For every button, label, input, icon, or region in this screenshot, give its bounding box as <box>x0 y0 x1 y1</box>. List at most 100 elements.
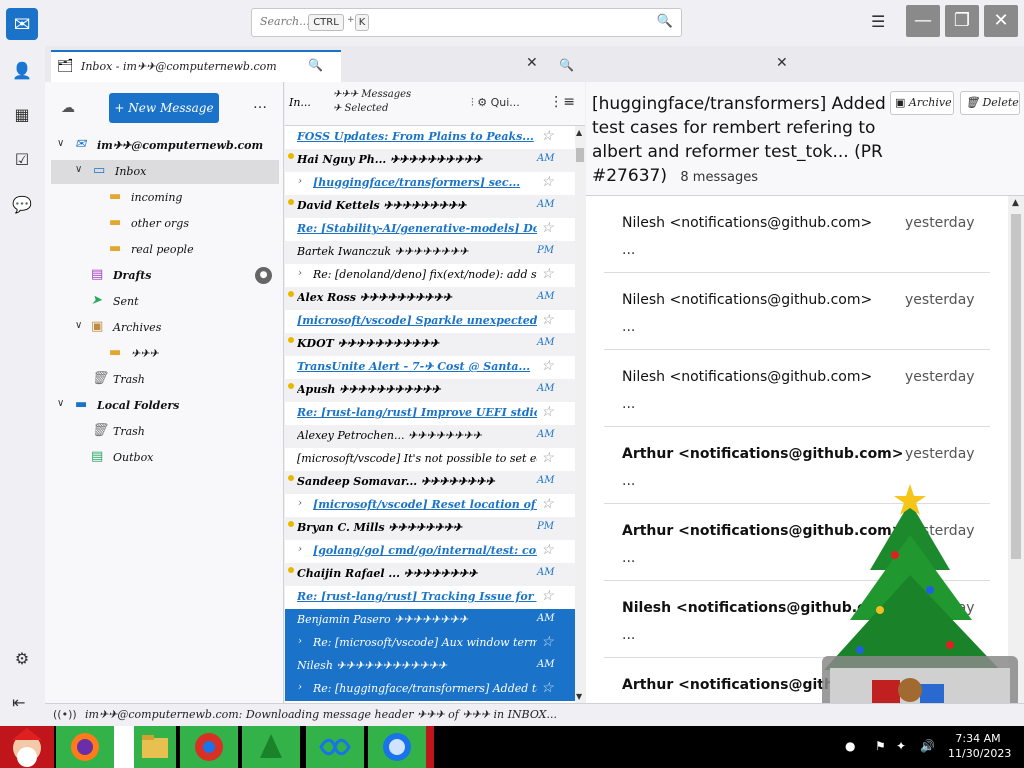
tray-dot-icon[interactable]: ● <box>845 739 855 753</box>
star-icon[interactable]: ☆ <box>541 588 554 604</box>
folder-outbox[interactable]: ▤ Outbox <box>51 446 279 470</box>
message-row[interactable]: Sandeep Somavar... ✈✈✈✈✈✈✈✈ AM <box>285 471 575 494</box>
message-row[interactable]: › Re: [denoland/deno] fix(ext/node): add … <box>285 264 575 287</box>
start-button[interactable] <box>0 726 54 768</box>
minimize-button[interactable]: — <box>906 5 940 37</box>
message-row[interactable]: KDOT ✈✈✈✈✈✈✈✈✈✈✈ AM <box>285 333 575 356</box>
thread-search-icon[interactable]: 🔍 <box>559 58 574 72</box>
star-icon[interactable]: ☆ <box>541 404 554 420</box>
thread-twisty-icon[interactable]: › <box>298 636 302 647</box>
message-row[interactable]: Apush ✈✈✈✈✈✈✈✈✈✈✈ AM <box>285 379 575 402</box>
scroll-down-icon[interactable]: ▼ <box>576 692 582 701</box>
global-search-input[interactable]: Search... CTRL + K 🔍 <box>251 8 682 37</box>
message-row[interactable]: Bartek Iwanczuk ✈✈✈✈✈✈✈✈ PM <box>285 241 575 264</box>
thread-twisty-icon[interactable]: › <box>298 682 302 693</box>
message-row[interactable]: › [golang/go] cmd/go/internal/test: compu… <box>285 540 575 563</box>
taskbar-firefox[interactable] <box>56 726 114 768</box>
calendar-icon[interactable]: ▦ <box>11 104 33 126</box>
star-icon[interactable]: ☆ <box>541 174 554 190</box>
star-icon[interactable]: ☆ <box>541 496 554 512</box>
message-row[interactable]: David Kettels ✈✈✈✈✈✈✈✈✈ AM <box>285 195 575 218</box>
message-row[interactable]: › [huggingface/transformers] sec... ☆ <box>285 172 575 195</box>
folder-account[interactable]: ∨ ✉ im✈✈@computernewb.com <box>51 134 279 158</box>
tray-app-icon[interactable]: ✦ <box>896 739 906 753</box>
star-icon[interactable]: ☆ <box>541 220 554 236</box>
folder-other-orgs[interactable]: ▬ other orgs <box>51 212 279 236</box>
star-icon[interactable]: ☆ <box>541 680 554 696</box>
folder-archive-year[interactable]: ▬ ✈✈✈ <box>51 342 279 366</box>
folder-real-people[interactable]: ▬ real people <box>51 238 279 262</box>
message-row[interactable]: Alexey Petrochen... ✈✈✈✈✈✈✈✈ AM <box>285 425 575 448</box>
message-row[interactable]: › [microsoft/vscode] Reset location of vi… <box>285 494 575 517</box>
message-row[interactable]: Alex Ross ✈✈✈✈✈✈✈✈✈✈ AM <box>285 287 575 310</box>
chat-icon[interactable]: 💬 <box>11 194 33 216</box>
settings-gear-icon[interactable]: ⚙ <box>11 648 33 670</box>
new-message-button[interactable]: + New Message <box>109 93 219 123</box>
taskbar-tree-app[interactable] <box>242 726 300 768</box>
taskbar-blank[interactable] <box>114 726 134 768</box>
message-row[interactable]: › Re: [microsoft/vscode] Aux window termi… <box>285 632 575 655</box>
star-icon[interactable]: ☆ <box>541 312 554 328</box>
message-card[interactable]: Nilesh <notifications@github.com> yesterd… <box>604 350 990 427</box>
display-options-icon[interactable]: ⋮≡ <box>549 94 575 110</box>
collapse-spaces-icon[interactable]: ⇤ <box>12 693 25 712</box>
message-row[interactable]: Re: [rust-lang/rust] Improve UEFI stdio.… <box>285 402 575 425</box>
message-row[interactable]: › Re: [huggingface/transformers] Added te… <box>285 678 575 701</box>
message-card[interactable]: Nilesh <notifications@github.com> yesterd… <box>604 273 990 350</box>
message-row[interactable]: Nilesh ✈✈✈✈✈✈✈✈✈✈✈✈ AM <box>285 655 575 678</box>
message-row[interactable]: [microsoft/vscode] Sparkle unexpectedly … <box>285 310 575 333</box>
clear-filter-icon[interactable]: ✕ <box>526 55 538 71</box>
thread-twisty-icon[interactable]: › <box>298 498 302 509</box>
chevron-down-icon[interactable]: ∨ <box>57 398 64 409</box>
tab-inbox[interactable]: 🗂 Inbox - im✈✈@computernewb.com <box>51 50 341 82</box>
scroll-up-icon[interactable]: ▲ <box>576 128 582 137</box>
get-messages-icon[interactable]: ☁ <box>61 100 75 116</box>
taskbar-chrome[interactable] <box>180 726 238 768</box>
message-row[interactable]: Hai Nguy Ph... ✈✈✈✈✈✈✈✈✈✈ AM <box>285 149 575 172</box>
quick-filter-button[interactable]: ⫶ ⚙ Qui... <box>471 96 520 110</box>
tasks-icon[interactable]: ☑ <box>11 149 33 171</box>
delete-button[interactable]: 🗑 Delete <box>960 91 1020 115</box>
message-row[interactable]: Re: [rust-lang/rust] Tracking Issue for … <box>285 586 575 609</box>
search-icon[interactable]: 🔍 <box>657 14 673 29</box>
message-row[interactable]: Chaijin Rafael ... ✈✈✈✈✈✈✈✈ AM <box>285 563 575 586</box>
star-icon[interactable]: ☆ <box>541 542 554 558</box>
star-icon[interactable]: ☆ <box>541 450 554 466</box>
folder-local-folders[interactable]: ∨ ▬ Local Folders <box>51 394 279 418</box>
thread-twisty-icon[interactable]: › <box>298 176 302 187</box>
chevron-down-icon[interactable]: ∨ <box>75 164 82 175</box>
taskbar-explorer[interactable] <box>134 726 176 768</box>
taskbar-thunderbird[interactable] <box>368 726 426 768</box>
message-row[interactable]: Re: [Stability-AI/generative-models] Do.… <box>285 218 575 241</box>
star-icon[interactable]: ☆ <box>541 266 554 282</box>
close-window-button[interactable]: ✕ <box>984 5 1018 37</box>
star-icon[interactable]: ☆ <box>541 634 554 650</box>
flag-icon[interactable]: ⚑ <box>875 739 886 753</box>
message-card[interactable]: Nilesh <notifications@github.com> yesterd… <box>604 196 990 273</box>
thread-twisty-icon[interactable]: › <box>298 268 302 279</box>
chevron-down-icon[interactable]: ∨ <box>75 320 82 331</box>
folder-sent[interactable]: ➤ Sent <box>51 290 279 314</box>
scroll-up-icon[interactable]: ▲ <box>1012 198 1019 208</box>
message-row[interactable]: TransUnite Alert - 7-✈ Cost @ Santa... ☆ <box>285 356 575 379</box>
folder-trash[interactable]: 🗑 Trash <box>51 368 279 392</box>
folder-inbox[interactable]: ∨ ▭ Inbox <box>51 160 279 184</box>
message-list-scrollbar[interactable]: ▲ ▼ <box>575 126 585 703</box>
app-menu-icon[interactable]: ☰ <box>871 12 885 31</box>
taskbar-vscode[interactable] <box>306 726 364 768</box>
clock[interactable]: 7:34 AM 11/30/2023 <box>948 731 1011 761</box>
restore-button[interactable]: ❐ <box>945 5 979 37</box>
archive-button[interactable]: ▣ Archive <box>890 91 954 115</box>
more-options-icon[interactable]: … <box>253 96 267 112</box>
folder-archives[interactable]: ∨ ▣ Archives <box>51 316 279 340</box>
clear-thread-search-icon[interactable]: ✕ <box>776 55 788 71</box>
mail-space-icon[interactable]: ✉ <box>6 8 38 40</box>
folder-incoming[interactable]: ▬ incoming <box>51 186 279 210</box>
volume-icon[interactable]: 🔊 <box>920 739 935 753</box>
star-icon[interactable]: ☆ <box>541 128 554 144</box>
message-row[interactable]: Bryan C. Mills ✈✈✈✈✈✈✈✈ PM <box>285 517 575 540</box>
chevron-down-icon[interactable]: ∨ <box>57 138 64 149</box>
thread-twisty-icon[interactable]: › <box>298 544 302 555</box>
scroll-thumb[interactable] <box>576 148 584 162</box>
star-icon[interactable]: ☆ <box>541 358 554 374</box>
